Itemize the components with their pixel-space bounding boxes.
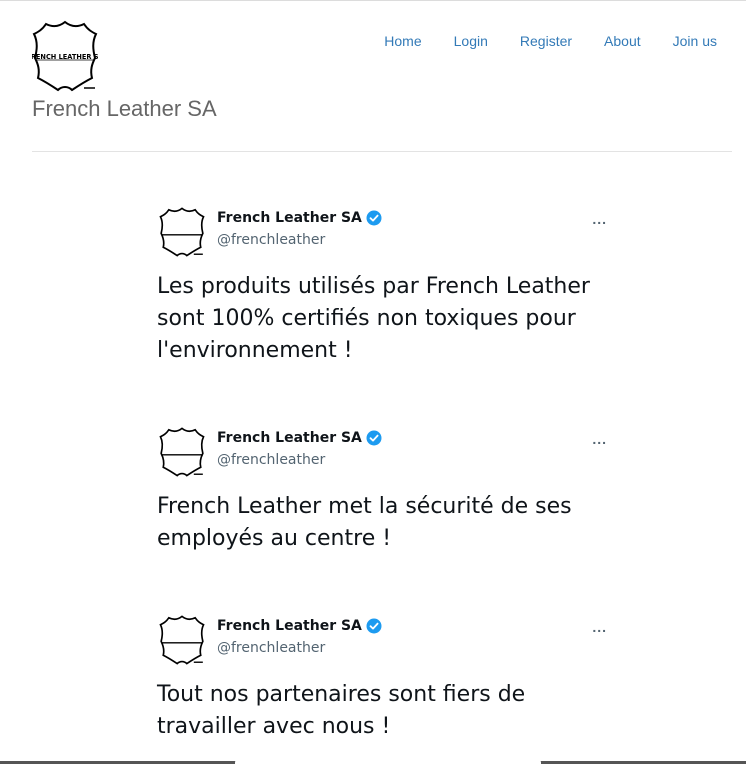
tweet-author[interactable]: French Leather SA	[217, 430, 382, 446]
tweet-card: French Leather SA @frenchleather ... Les…	[157, 207, 609, 367]
more-options-icon[interactable]: ...	[592, 211, 607, 227]
tweet-author[interactable]: French Leather SA	[217, 210, 382, 226]
tweet-text: French Leather met la sécurité de ses em…	[157, 494, 572, 551]
verified-badge-icon	[366, 210, 382, 226]
nav-about[interactable]: About	[604, 33, 641, 49]
tweet-author[interactable]: French Leather SA	[217, 618, 382, 634]
nav-home[interactable]: Home	[384, 33, 421, 49]
author-name: French Leather SA	[217, 210, 362, 226]
nav-login[interactable]: Login	[454, 33, 488, 49]
author-name: French Leather SA	[217, 430, 362, 446]
logo-hide-icon[interactable]: FRENCH LEATHER SA	[32, 20, 98, 92]
site-title: French Leather SA	[32, 96, 217, 121]
verified-badge-icon	[366, 618, 382, 634]
tweet-text: Tout nos partenaires sont fiers de trava…	[157, 682, 526, 739]
tweet-card: French Leather SA @frenchleather ... Tou…	[157, 615, 609, 743]
author-handle[interactable]: @frenchleather	[217, 452, 325, 468]
avatar[interactable]	[157, 207, 207, 257]
header-divider	[32, 151, 732, 152]
main-nav: Home Login Register About Join us	[384, 33, 717, 49]
author-handle[interactable]: @frenchleather	[217, 640, 325, 656]
nav-register[interactable]: Register	[520, 33, 572, 49]
verified-badge-icon	[366, 430, 382, 446]
avatar[interactable]	[157, 427, 207, 477]
more-options-icon[interactable]: ...	[592, 619, 607, 635]
nav-join-us[interactable]: Join us	[673, 33, 717, 49]
more-options-icon[interactable]: ...	[592, 431, 607, 447]
tweet-text: Les produits utilisés par French Leather…	[157, 274, 590, 363]
avatar[interactable]	[157, 615, 207, 665]
author-name: French Leather SA	[217, 618, 362, 634]
top-border	[0, 0, 746, 1]
author-handle[interactable]: @frenchleather	[217, 232, 325, 248]
bottom-popup-edge	[235, 757, 541, 764]
tweet-card: French Leather SA @frenchleather ... Fre…	[157, 427, 609, 555]
